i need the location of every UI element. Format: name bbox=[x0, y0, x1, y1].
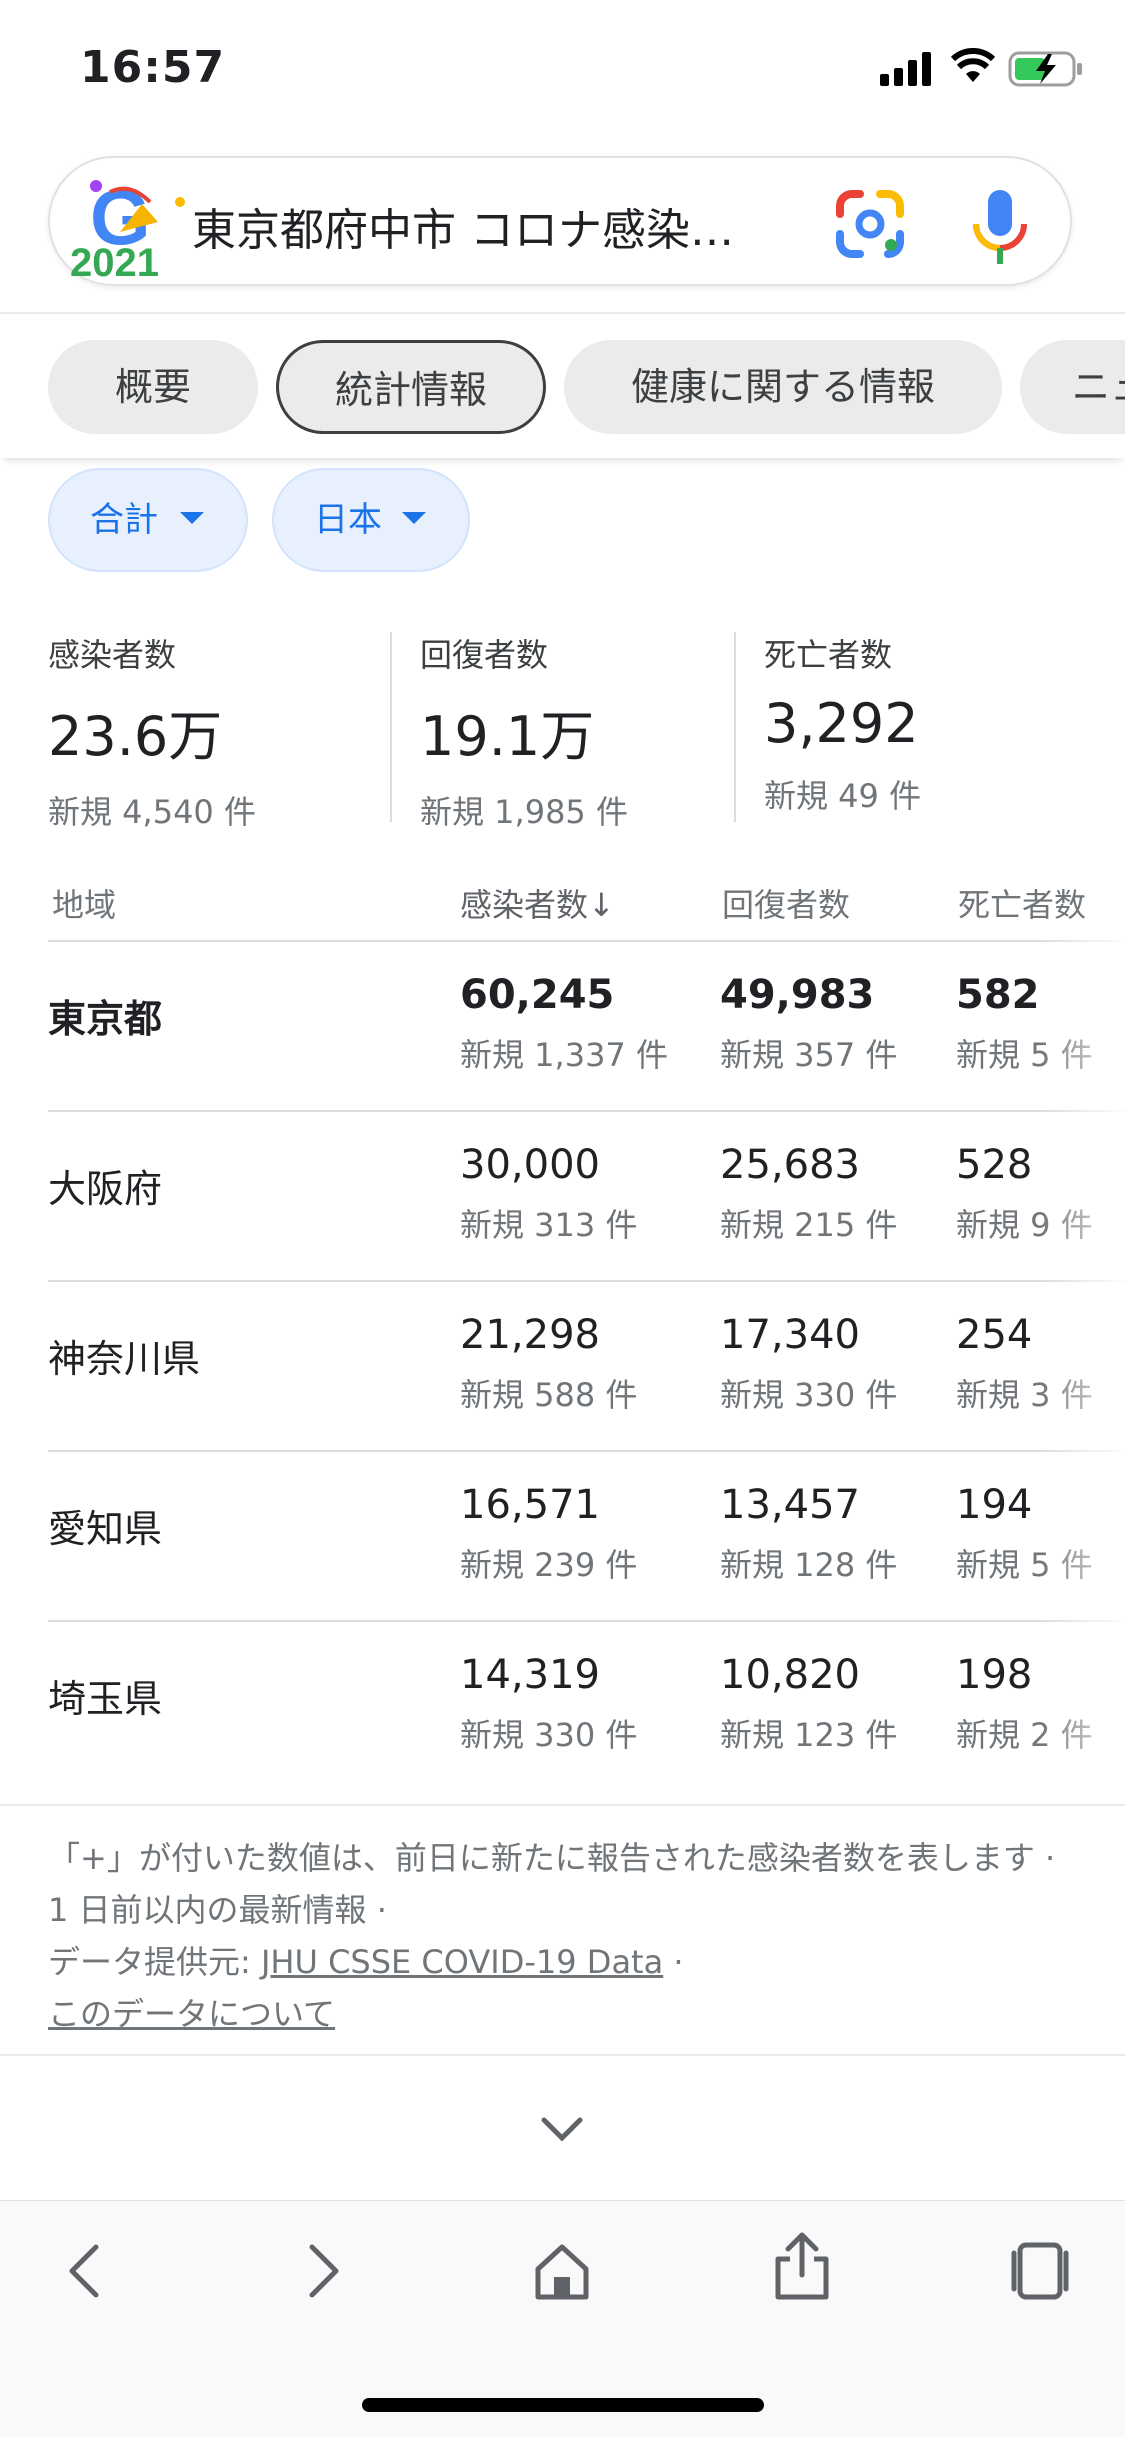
about-data-link[interactable]: このデータについて bbox=[48, 1995, 335, 2033]
stat-deaths-new: 新規 49 件 bbox=[764, 777, 922, 815]
search-bar[interactable]: G 2021 東京都府中市 コロナ感染… bbox=[48, 156, 1072, 286]
google-lens-icon[interactable] bbox=[830, 184, 910, 264]
stat-infected-title: 感染者数 bbox=[48, 636, 177, 674]
row-infected-new: 新規 239 件 bbox=[460, 1546, 638, 1584]
row-region: 東京都 bbox=[48, 997, 163, 1041]
cellular-signal-icon bbox=[880, 52, 931, 86]
stat-recovered: 回復者数 19.1万 新規 1,985 件 bbox=[420, 630, 628, 833]
row-recovered: 13,457 bbox=[720, 1482, 860, 1528]
chevron-down-icon[interactable] bbox=[538, 2114, 586, 2144]
country-dropdown[interactable]: 日本 bbox=[272, 468, 470, 572]
tab-health-info[interactable]: 健康に関する情報 bbox=[564, 340, 1002, 434]
column-header-deaths[interactable]: 死亡者数 bbox=[958, 880, 1086, 926]
chevron-down-icon bbox=[402, 512, 426, 524]
row-infected: 21,298 bbox=[460, 1312, 600, 1358]
tab-overview[interactable]: 概要 bbox=[48, 340, 258, 434]
battery-charging-icon bbox=[1008, 51, 1082, 87]
status-bar: 16:57 bbox=[0, 0, 1125, 140]
microphone-icon[interactable] bbox=[960, 184, 1040, 268]
country-dropdown-label: 日本 bbox=[314, 500, 382, 540]
wifi-icon bbox=[950, 48, 996, 82]
row-recovered: 17,340 bbox=[720, 1312, 860, 1358]
forward-arrow-icon[interactable] bbox=[300, 2239, 346, 2303]
stat-deaths: 死亡者数 3,292 新規 49 件 bbox=[764, 630, 921, 817]
row-infected: 16,571 bbox=[460, 1482, 600, 1528]
row-infected-new: 新規 588 件 bbox=[460, 1376, 638, 1414]
chevron-down-icon bbox=[180, 512, 204, 524]
stat-deaths-value: 3,292 bbox=[764, 692, 919, 755]
stat-recovered-title: 回復者数 bbox=[420, 636, 549, 674]
source-link[interactable]: JHU CSSE COVID-19 Data bbox=[261, 1943, 663, 1981]
column-header-infected[interactable]: 感染者数↓ bbox=[460, 880, 615, 926]
tabs-icon[interactable] bbox=[1008, 2239, 1072, 2303]
section-divider bbox=[0, 1804, 1125, 1806]
row-infected-new: 新規 1,337 件 bbox=[460, 1036, 668, 1074]
doodle-year: 2021 bbox=[70, 241, 159, 282]
home-icon[interactable] bbox=[530, 2239, 594, 2303]
stat-infected-new: 新規 4,540 件 bbox=[48, 793, 256, 831]
section-divider bbox=[0, 2054, 1125, 2056]
row-recovered-new: 新規 330 件 bbox=[720, 1376, 898, 1414]
tab-statistics[interactable]: 統計情報 bbox=[276, 340, 546, 434]
tab-bar: 概要 統計情報 健康に関する情報 ニュ bbox=[0, 316, 1125, 458]
note-text: 「+」が付いた数値は、前日に新たに報告された感染者数を表します · 1 日前以内… bbox=[48, 1839, 1056, 1929]
table-row[interactable]: 埼玉県 14,319 新規 330 件 10,820 新規 123 件 198 新規 … bbox=[0, 1622, 1125, 1792]
row-infected: 14,319 bbox=[460, 1652, 600, 1698]
stat-divider bbox=[390, 632, 392, 822]
row-recovered: 49,983 bbox=[720, 972, 875, 1018]
back-arrow-icon[interactable] bbox=[62, 2239, 108, 2303]
stat-recovered-value: 19.1万 bbox=[420, 705, 595, 768]
row-region: 愛知県 bbox=[48, 1507, 163, 1551]
row-region: 大阪府 bbox=[48, 1167, 163, 1211]
scope-dropdown-label: 合計 bbox=[90, 500, 158, 540]
share-icon[interactable] bbox=[772, 2231, 832, 2301]
column-header-recovered[interactable]: 回復者数 bbox=[722, 880, 850, 926]
table-scroll-fade bbox=[1040, 940, 1125, 1790]
search-query[interactable]: 東京都府中市 コロナ感染… bbox=[192, 194, 832, 258]
row-recovered-new: 新規 215 件 bbox=[720, 1206, 898, 1244]
data-notes: 「+」が付いた数値は、前日に新たに報告された感染者数を表します · 1 日前以内… bbox=[48, 1839, 1056, 2033]
row-recovered-new: 新規 123 件 bbox=[720, 1716, 898, 1754]
table-row[interactable]: 神奈川県 21,298 新規 588 件 17,340 新規 330 件 254 新規… bbox=[0, 1282, 1125, 1452]
table-row[interactable]: 東京都 60,245 新規 1,337 件 49,983 新規 357 件 582 新… bbox=[0, 942, 1125, 1112]
stat-infected-value: 23.6万 bbox=[48, 705, 223, 768]
clock: 16:57 bbox=[80, 42, 226, 93]
scope-dropdown[interactable]: 合計 bbox=[48, 468, 248, 572]
header-divider bbox=[0, 312, 1125, 314]
row-recovered-new: 新規 357 件 bbox=[720, 1036, 898, 1074]
row-infected: 60,245 bbox=[460, 972, 615, 1018]
row-recovered: 25,683 bbox=[720, 1142, 860, 1188]
table-row[interactable]: 愛知県 16,571 新規 239 件 13,457 新規 128 件 194 新規 … bbox=[0, 1452, 1125, 1622]
tab-news[interactable]: ニュ bbox=[1020, 340, 1125, 434]
source-label: データ提供元: bbox=[48, 1943, 251, 1981]
column-header-region[interactable]: 地域 bbox=[52, 880, 116, 926]
row-region: 神奈川県 bbox=[48, 1337, 201, 1381]
stat-recovered-new: 新規 1,985 件 bbox=[420, 793, 628, 831]
stat-divider bbox=[734, 632, 736, 822]
row-recovered-new: 新規 128 件 bbox=[720, 1546, 898, 1584]
row-infected-new: 新規 313 件 bbox=[460, 1206, 638, 1244]
table-row[interactable]: 大阪府 30,000 新規 313 件 25,683 新規 215 件 528 新規 … bbox=[0, 1112, 1125, 1282]
stat-deaths-title: 死亡者数 bbox=[764, 636, 893, 674]
row-recovered: 10,820 bbox=[720, 1652, 860, 1698]
row-infected-new: 新規 330 件 bbox=[460, 1716, 638, 1754]
row-region: 埼玉県 bbox=[48, 1677, 163, 1721]
home-indicator[interactable] bbox=[362, 2398, 764, 2412]
row-infected: 30,000 bbox=[460, 1142, 600, 1188]
stat-infected: 感染者数 23.6万 新規 4,540 件 bbox=[48, 630, 256, 833]
